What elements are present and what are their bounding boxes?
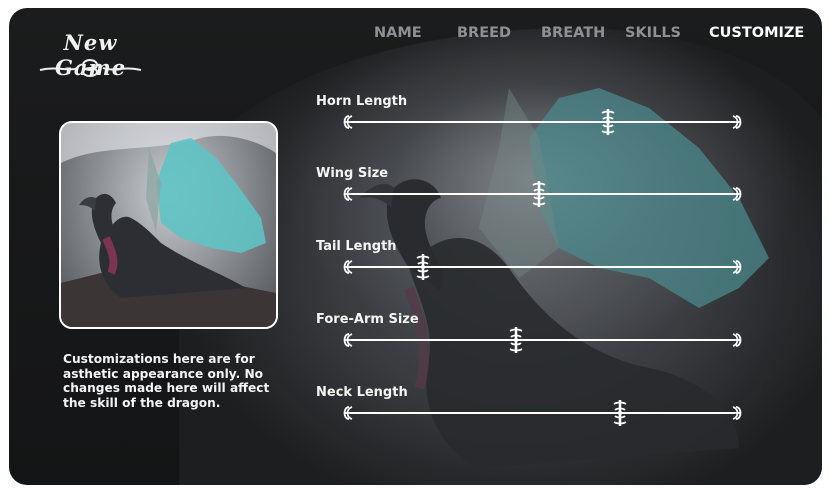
slider-max-cap-icon	[730, 333, 742, 347]
ornament-flourish-icon	[39, 59, 142, 77]
slider-min-cap-icon	[343, 333, 355, 347]
slider-handle[interactable]	[531, 179, 547, 209]
dragon-portrait-icon	[61, 123, 276, 327]
customize-panel: New Game NAME BREED BREATH SKILLS CUSTOM…	[9, 8, 822, 485]
slider-handle[interactable]	[600, 107, 616, 137]
tab-breed[interactable]: BREED	[457, 25, 511, 45]
slider-max-cap-icon	[730, 187, 742, 201]
slider-label: Horn Length	[316, 94, 408, 109]
slider-min-cap-icon	[343, 260, 355, 274]
slider-label: Fore-Arm Size	[316, 312, 419, 327]
tab-skills[interactable]: SKILLS	[625, 25, 681, 45]
slider-min-cap-icon	[343, 187, 355, 201]
slider-track[interactable]	[350, 266, 735, 268]
dragon-preview	[59, 121, 278, 329]
slider-track[interactable]	[350, 339, 735, 341]
slider-track[interactable]	[350, 412, 735, 414]
slider-label: Wing Size	[316, 166, 389, 181]
tab-breath[interactable]: BREATH	[541, 25, 605, 45]
slider-label: Tail Length	[316, 239, 397, 254]
tab-name[interactable]: NAME	[374, 25, 422, 45]
tab-customize[interactable]: CUSTOMIZE	[709, 25, 804, 45]
slider-max-cap-icon	[730, 115, 742, 129]
slider-track[interactable]	[350, 121, 735, 123]
slider-min-cap-icon	[343, 115, 355, 129]
slider-label: Neck Length	[316, 385, 408, 400]
slider-handle[interactable]	[508, 325, 524, 355]
slider-handle[interactable]	[612, 398, 628, 428]
slider-max-cap-icon	[730, 406, 742, 420]
new-game-logo: New Game	[33, 30, 148, 80]
slider-min-cap-icon	[343, 406, 355, 420]
slider-handle[interactable]	[415, 252, 431, 282]
customize-description: Customizations here are for asthetic app…	[63, 352, 270, 410]
slider-max-cap-icon	[730, 260, 742, 274]
